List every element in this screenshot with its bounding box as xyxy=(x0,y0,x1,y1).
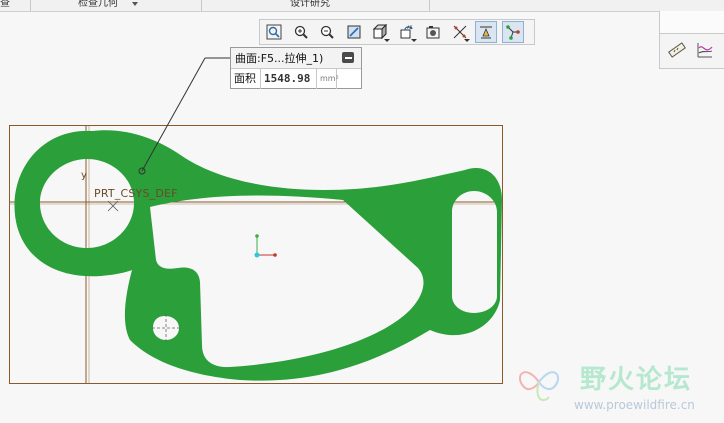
measure-result-callout[interactable]: 曲面:F5...拉伸_1) 面积 1548.98 mm² xyxy=(230,47,362,89)
callout-blank-cell xyxy=(337,69,361,89)
view-manager-icon xyxy=(426,26,440,39)
saved-orientations-button[interactable]: AB xyxy=(396,21,418,43)
chevron-down-icon xyxy=(463,39,470,42)
area-value: 1548.98 xyxy=(261,69,317,89)
analysis-graph-button[interactable] xyxy=(694,39,716,61)
csys-label: PRT_CSYS_DEF xyxy=(94,187,178,200)
zoom-out-icon xyxy=(320,25,334,39)
spin-center-button[interactable] xyxy=(501,21,524,43)
watermark-url: www.proewildfire.cn xyxy=(574,398,695,412)
annotation-display-button[interactable] xyxy=(475,21,497,43)
minus-icon xyxy=(344,56,352,59)
svg-text:AB: AB xyxy=(407,25,413,30)
csys-triad xyxy=(254,234,277,258)
repaint-button[interactable] xyxy=(343,21,365,43)
saved-orientations-icon: AB xyxy=(400,25,413,39)
analysis-graph-icon xyxy=(697,43,713,58)
measure-title: 曲面:F5...拉伸_1) xyxy=(235,52,324,65)
chevron-down-icon xyxy=(410,39,417,42)
zoom-in-button[interactable] xyxy=(290,21,312,43)
area-label: 面积 xyxy=(231,69,261,89)
datum-display-icon xyxy=(453,25,466,39)
analysis-side-panel xyxy=(659,11,724,69)
spin-center-icon xyxy=(505,25,520,40)
measure-button[interactable] xyxy=(666,39,688,61)
view-manager-button[interactable] xyxy=(422,21,444,43)
watermark-logo xyxy=(519,371,559,402)
chevron-down-icon xyxy=(384,39,390,42)
refit-button[interactable] xyxy=(263,21,285,43)
zoom-in-icon xyxy=(294,25,308,39)
display-style-icon xyxy=(372,24,388,40)
refit-icon xyxy=(266,24,282,40)
axis-label-y: y xyxy=(81,170,87,181)
collapse-button[interactable] xyxy=(342,52,354,63)
display-style-button[interactable] xyxy=(369,21,391,43)
graphics-toolbar: AB xyxy=(259,19,535,45)
datum-display-button[interactable] xyxy=(449,21,471,43)
measure-icon xyxy=(668,42,686,58)
area-unit: mm² xyxy=(317,69,339,89)
repaint-icon xyxy=(347,25,360,39)
side-panel-header xyxy=(660,11,724,34)
watermark-title: 野火论坛 xyxy=(580,365,693,395)
annotation-display-icon xyxy=(480,26,492,39)
zoom-out-button[interactable] xyxy=(316,21,338,43)
